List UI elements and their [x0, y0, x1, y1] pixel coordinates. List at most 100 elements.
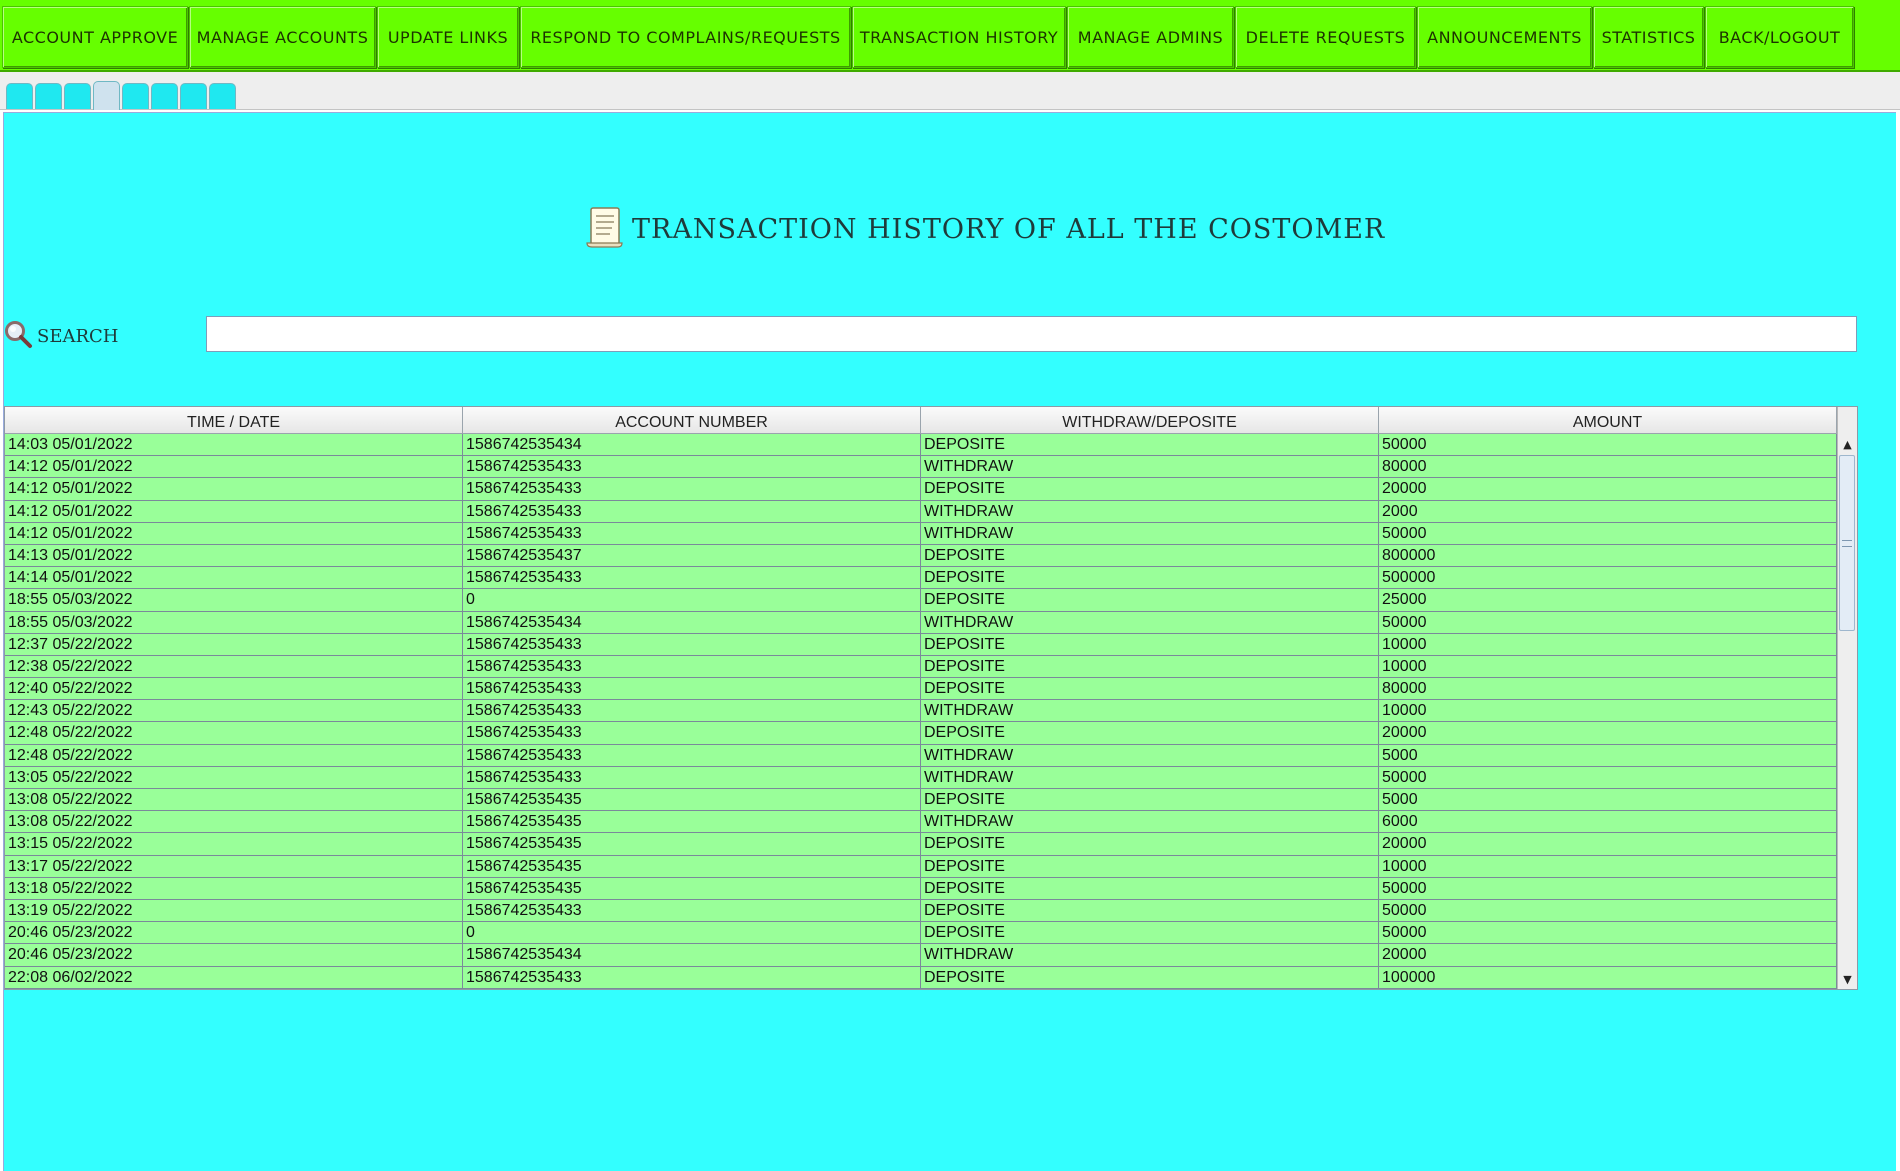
nav-back-logout-button[interactable]: BACK/LOGOUT: [1705, 6, 1854, 68]
page-heading: TRANSACTION HISTORY OF ALL THE COSTOMER: [584, 207, 1385, 251]
table-row[interactable]: 13:19 05/22/2022 1586742535433 DEPOSITE 500…: [5, 899, 1837, 923]
arrow-down-icon[interactable]: ▼: [1838, 969, 1857, 989]
cell-amount: 5000: [1379, 744, 1837, 767]
tab-5[interactable]: [122, 83, 149, 109]
search-label: SEARCH: [37, 325, 119, 347]
receipt-scroll-icon: [584, 205, 626, 253]
tab-8[interactable]: [209, 83, 236, 109]
table-row[interactable]: 13:15 05/22/2022 1586742535435 DEPOSITE 200…: [5, 833, 1837, 856]
table-row[interactable]: 13:08 05/22/2022 1586742535435 WITHDRAW 600…: [5, 811, 1837, 834]
cell-amount: 50000: [1379, 522, 1837, 545]
tab-6[interactable]: [151, 83, 178, 109]
cell-type: DEPOSITE: [921, 544, 1379, 568]
table-row[interactable]: 12:43 05/22/2022 1586742535433 WITHDRAW 100…: [5, 700, 1837, 723]
cell-account-number: 1586742535433: [463, 478, 921, 501]
cell-time-date: 13:08 05/22/2022: [5, 789, 463, 812]
cell-type: DEPOSITE: [921, 789, 1379, 812]
cell-amount: 500000: [1379, 567, 1837, 590]
table-row[interactable]: 14:03 05/01/2022 1586742535434 DEPOSITE 500…: [5, 434, 1837, 457]
cell-account-number: 1586742535435: [463, 833, 921, 856]
cell-account-number: 1586742535437: [463, 544, 921, 568]
cell-time-date: 13:17 05/22/2022: [5, 855, 463, 878]
cell-account-number: 1586742535435: [463, 789, 921, 812]
cell-type: WITHDRAW: [921, 700, 1379, 723]
table-row[interactable]: 20:46 05/23/2022 1586742535434 WITHDRAW 200…: [5, 944, 1837, 967]
cell-type: WITHDRAW: [921, 500, 1379, 523]
cell-amount: 10000: [1379, 633, 1837, 656]
table-row[interactable]: 20:46 05/23/2022 0 DEPOSITE 50000: [5, 922, 1837, 945]
tab-3[interactable]: [64, 83, 91, 109]
column-header-amount[interactable]: AMOUNT: [1379, 407, 1837, 434]
vertical-scrollbar[interactable]: ▲ ▼: [1837, 407, 1857, 989]
column-header-account-number[interactable]: ACCOUNT NUMBER: [463, 407, 921, 434]
nav-update-links-button[interactable]: UPDATE LINKS: [377, 6, 519, 68]
search-label-group: SEARCH: [3, 320, 119, 352]
table-body: 14:03 05/01/2022 1586742535434 DEPOSITE 500…: [5, 434, 1837, 989]
cell-time-date: 14:12 05/01/2022: [5, 456, 463, 479]
table-row[interactable]: 22:08 06/02/2022 1586742535433 DEPOSITE 100…: [5, 966, 1837, 989]
cell-time-date: 20:46 05/23/2022: [5, 922, 463, 945]
cell-type: DEPOSITE: [921, 855, 1379, 878]
cell-time-date: 14:03 05/01/2022: [5, 434, 463, 457]
nav-account-approve-button[interactable]: ACCOUNT APPROVE: [2, 6, 188, 68]
column-header-time-date[interactable]: TIME / DATE: [5, 407, 463, 434]
table-row[interactable]: 12:37 05/22/2022 1586742535433 DEPOSITE 100…: [5, 633, 1837, 656]
nav-manage-accounts-button[interactable]: MANAGE ACCOUNTS: [189, 6, 376, 68]
table-row[interactable]: 12:40 05/22/2022 1586742535433 DEPOSITE 800…: [5, 678, 1837, 701]
cell-account-number: 1586742535433: [463, 655, 921, 679]
table-row[interactable]: 14:14 05/01/2022 1586742535433 DEPOSITE 500…: [5, 567, 1837, 590]
table-row[interactable]: 13:05 05/22/2022 1586742535433 WITHDRAW 500…: [5, 766, 1837, 789]
cell-type: WITHDRAW: [921, 944, 1379, 967]
cell-account-number: 1586742535433: [463, 633, 921, 656]
tab-strip: [0, 72, 1900, 110]
cell-amount: 5000: [1379, 789, 1837, 812]
cell-time-date: 18:55 05/03/2022: [5, 589, 463, 612]
cell-amount: 20000: [1379, 833, 1837, 856]
cell-time-date: 14:12 05/01/2022: [5, 478, 463, 501]
cell-amount: 20000: [1379, 944, 1837, 967]
tab-1[interactable]: [6, 83, 33, 109]
search-input[interactable]: [206, 316, 1857, 352]
cell-account-number: 1586742535433: [463, 500, 921, 523]
cell-amount: 100000: [1379, 966, 1837, 989]
table-row[interactable]: 14:12 05/01/2022 1586742535433 DEPOSITE 200…: [5, 478, 1837, 501]
nav-respond-complaints-button[interactable]: RESPOND TO COMPLAINS/REQUESTS: [520, 6, 851, 68]
table-row[interactable]: 13:18 05/22/2022 1586742535435 DEPOSITE 500…: [5, 877, 1837, 900]
table-row[interactable]: 18:55 05/03/2022 0 DEPOSITE 25000: [5, 589, 1837, 612]
cell-time-date: 14:12 05/01/2022: [5, 500, 463, 523]
table-row[interactable]: 14:12 05/01/2022 1586742535433 WITHDRAW 500…: [5, 522, 1837, 545]
tab-4-active[interactable]: [93, 81, 120, 110]
cell-account-number: 1586742535433: [463, 456, 921, 479]
scroll-thumb[interactable]: [1839, 455, 1855, 631]
table-row[interactable]: 12:38 05/22/2022 1586742535433 DEPOSITE 100…: [5, 655, 1837, 679]
table-row[interactable]: 13:08 05/22/2022 1586742535435 DEPOSITE 500…: [5, 789, 1837, 812]
top-navigation-bar: ACCOUNT APPROVE MANAGE ACCOUNTS UPDATE L…: [0, 0, 1900, 72]
cell-amount: 80000: [1379, 678, 1837, 701]
tab-2[interactable]: [35, 83, 62, 109]
cell-time-date: 14:12 05/01/2022: [5, 522, 463, 545]
column-header-withdraw-deposite[interactable]: WITHDRAW/DEPOSITE: [921, 407, 1379, 434]
table-row[interactable]: 14:12 05/01/2022 1586742535433 WITHDRAW 800…: [5, 456, 1837, 479]
cell-amount: 2000: [1379, 500, 1837, 523]
cell-type: DEPOSITE: [921, 678, 1379, 701]
cell-type: DEPOSITE: [921, 567, 1379, 590]
cell-account-number: 1586742535434: [463, 434, 921, 457]
nav-announcements-button[interactable]: ANNOUNCEMENTS: [1417, 6, 1592, 68]
arrow-up-icon[interactable]: ▲: [1838, 434, 1857, 454]
table-row[interactable]: 18:55 05/03/2022 1586742535434 WITHDRAW 500…: [5, 611, 1837, 634]
table-row[interactable]: 14:13 05/01/2022 1586742535437 DEPOSITE 800…: [5, 544, 1837, 568]
nav-delete-requests-button[interactable]: DELETE REQUESTS: [1235, 6, 1416, 68]
nav-statistics-button[interactable]: STATISTICS: [1593, 6, 1704, 68]
cell-type: DEPOSITE: [921, 899, 1379, 923]
nav-manage-admins-button[interactable]: MANAGE ADMINS: [1067, 6, 1234, 68]
table-row[interactable]: 14:12 05/01/2022 1586742535433 WITHDRAW 200…: [5, 500, 1837, 523]
cell-account-number: 1586742535435: [463, 877, 921, 900]
cell-type: DEPOSITE: [921, 478, 1379, 501]
cell-time-date: 13:18 05/22/2022: [5, 877, 463, 900]
nav-transaction-history-button[interactable]: TRANSACTION HISTORY: [852, 6, 1066, 68]
table-row[interactable]: 12:48 05/22/2022 1586742535433 WITHDRAW 500…: [5, 744, 1837, 767]
cell-type: DEPOSITE: [921, 922, 1379, 945]
table-row[interactable]: 12:48 05/22/2022 1586742535433 DEPOSITE 200…: [5, 722, 1837, 745]
table-row[interactable]: 13:17 05/22/2022 1586742535435 DEPOSITE 100…: [5, 855, 1837, 878]
tab-7[interactable]: [180, 83, 207, 109]
